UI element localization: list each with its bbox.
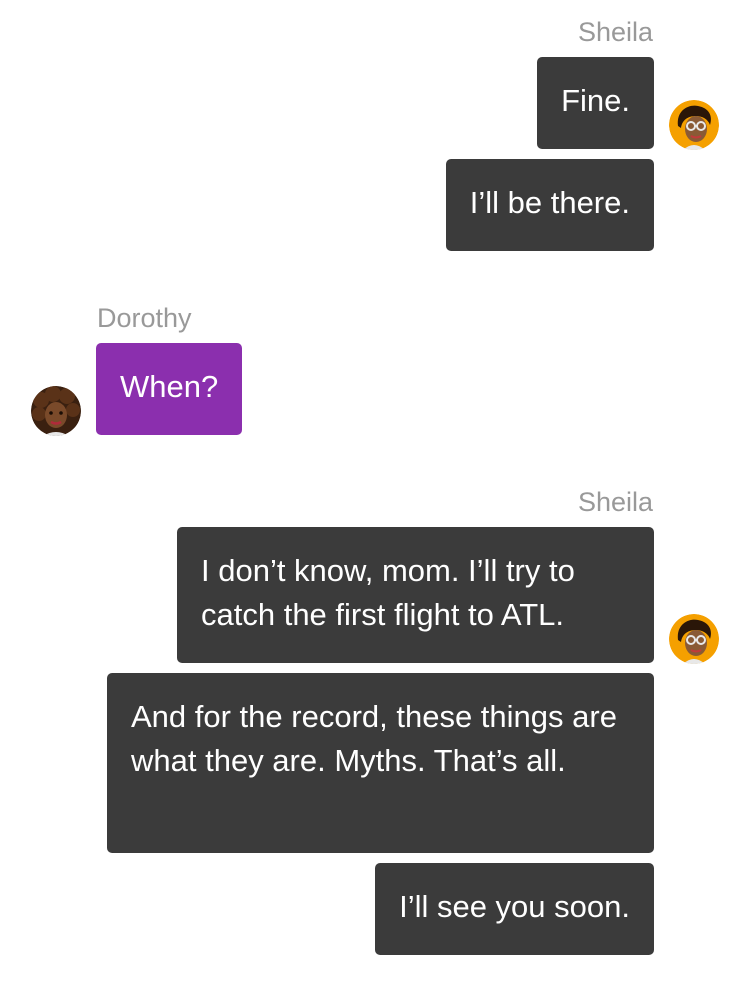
sender-name-sheila: Sheila bbox=[577, 487, 653, 517]
sender-name-sheila: Sheila bbox=[577, 17, 653, 47]
message-bubble-outgoing[interactable]: I don’t know, mom. I’ll try to catch the… bbox=[177, 527, 654, 663]
dorothy-avatar-icon[interactable] bbox=[31, 386, 81, 436]
chat-screen: Sheila Fine. I’ll be there. Dorothy When… bbox=[0, 0, 750, 1000]
message-bubble-outgoing[interactable]: I’ll be there. bbox=[445, 159, 654, 251]
sender-name-dorothy: Dorothy bbox=[97, 303, 192, 333]
message-bubble-outgoing[interactable]: Fine. bbox=[537, 57, 654, 149]
message-bubble-outgoing[interactable]: And for the record, these things are wha… bbox=[107, 673, 654, 853]
message-bubble-outgoing[interactable]: I’ll see you soon. bbox=[375, 863, 654, 955]
sheila-avatar-icon[interactable] bbox=[669, 614, 719, 664]
message-bubble-incoming[interactable]: When? bbox=[96, 343, 243, 435]
sheila-avatar-icon[interactable] bbox=[669, 100, 719, 150]
